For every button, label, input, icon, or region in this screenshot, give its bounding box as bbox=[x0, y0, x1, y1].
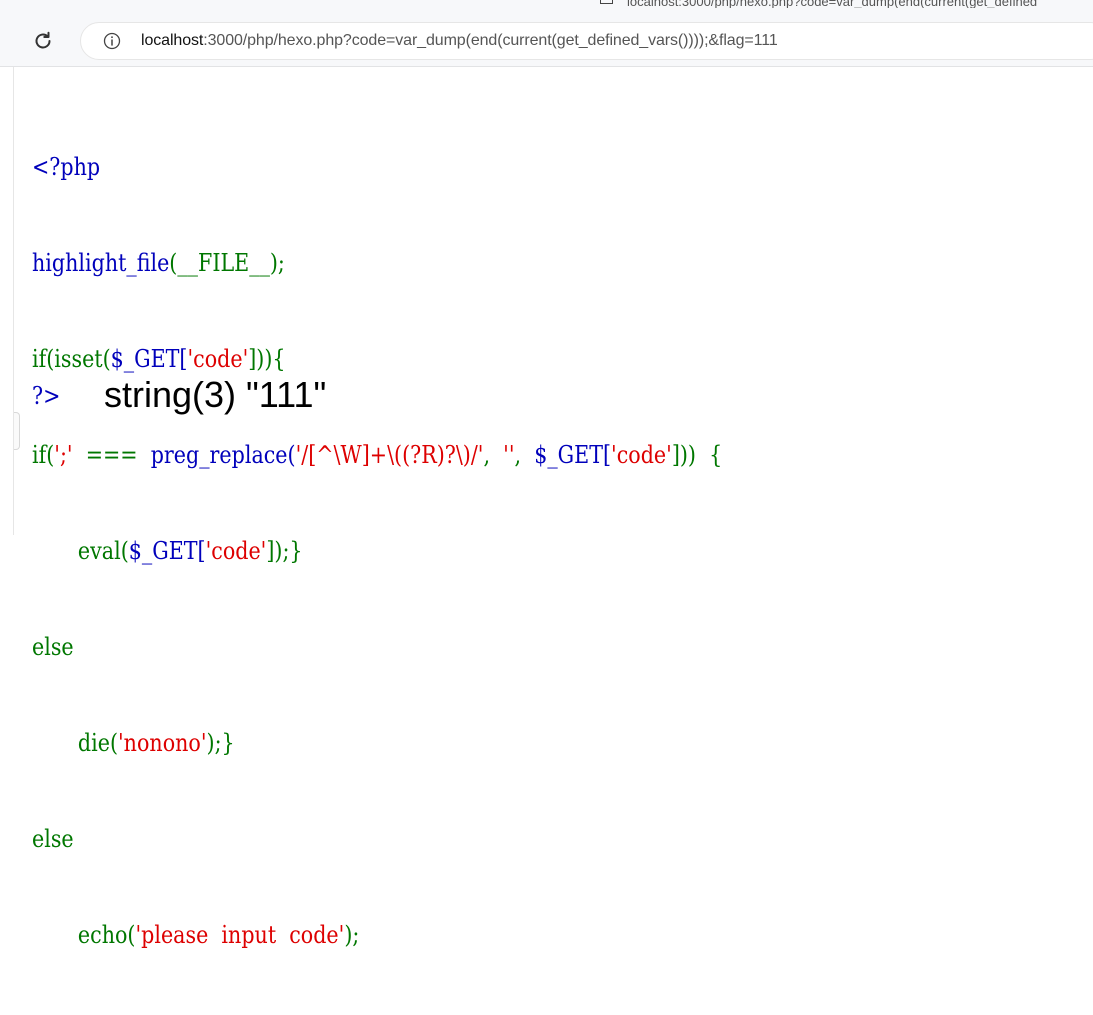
code-line: else bbox=[32, 633, 74, 661]
code-line: if(isset($_GET['code'])){ bbox=[32, 345, 286, 373]
tab-title-fragment[interactable]: localhost:3000/php/hexo.php?code=var_dum… bbox=[600, 0, 1093, 8]
code-line: die('nonono');} bbox=[32, 729, 235, 757]
tab-title-text: localhost:3000/php/hexo.php?code=var_dum… bbox=[627, 0, 1038, 8]
address-bar[interactable]: localhost:3000/php/hexo.php?code=var_dum… bbox=[80, 22, 1093, 60]
url-text[interactable]: localhost:3000/php/hexo.php?code=var_dum… bbox=[141, 32, 778, 50]
code-line: if(';' === preg_replace('/[^\W]+\((?R)?\… bbox=[32, 441, 723, 469]
reload-icon bbox=[35, 31, 51, 49]
sidebar-handle[interactable] bbox=[14, 412, 20, 450]
browser-toolbar: localhost:3000/php/hexo.php?code=var_dum… bbox=[0, 0, 1093, 67]
code-line: else bbox=[32, 825, 74, 853]
code-line: eval($_GET['code']);} bbox=[32, 537, 303, 565]
url-host: localhost bbox=[141, 32, 204, 49]
var-dump-output: string(3) "111" bbox=[104, 374, 327, 415]
site-info-icon[interactable] bbox=[103, 32, 121, 50]
php-closing-tag: ?> bbox=[32, 382, 61, 410]
code-line: echo('please input code'); bbox=[32, 921, 360, 949]
page-content: <?php highlight_file(__FILE__); if(isset… bbox=[13, 67, 1093, 949]
tab-favicon-icon bbox=[600, 0, 613, 4]
url-path: :3000/php/hexo.php?code=var_dump(end(cur… bbox=[203, 32, 778, 49]
reload-button[interactable] bbox=[30, 28, 56, 54]
code-line: highlight_file(__FILE__); bbox=[32, 249, 285, 277]
php-source-code: <?php highlight_file(__FILE__); if(isset… bbox=[32, 87, 722, 1015]
code-line: <?php bbox=[32, 153, 101, 181]
